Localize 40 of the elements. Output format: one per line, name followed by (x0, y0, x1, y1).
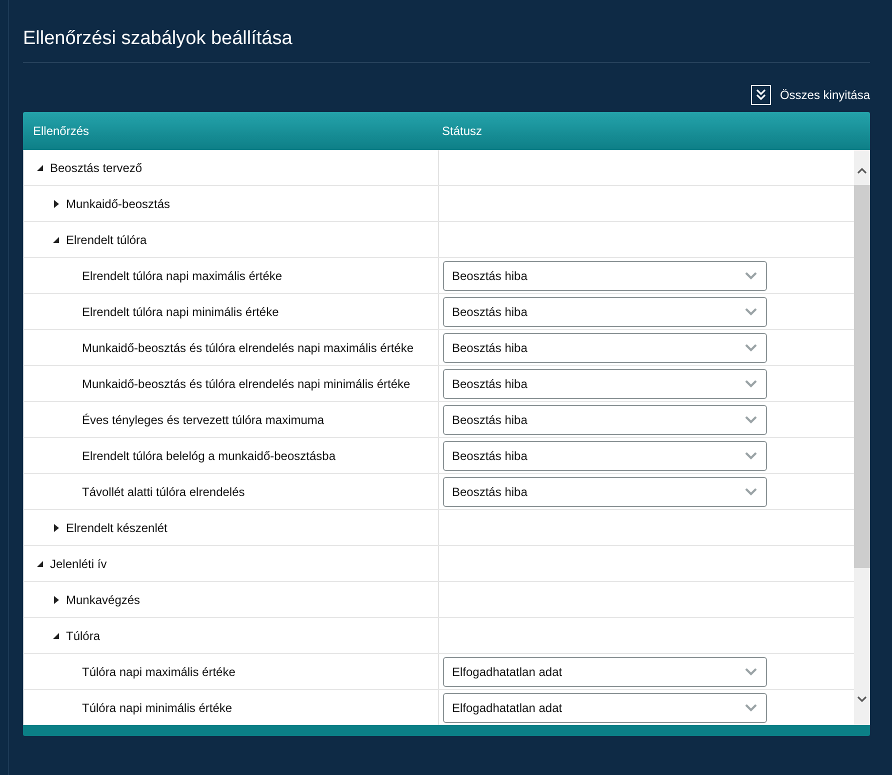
rule-name: Elrendelt túlóra (66, 232, 147, 246)
chevron-down-icon (744, 667, 758, 676)
double-chevron-icon (750, 85, 771, 105)
status-dropdown[interactable]: Beosztás hiba (443, 440, 767, 470)
chevron-down-icon (744, 379, 758, 388)
scrollbar[interactable] (854, 150, 870, 725)
status-dropdown[interactable]: Beosztás hiba (443, 260, 767, 290)
rule-name: Elrendelt túlóra napi minimális értéke (82, 304, 279, 318)
status-dropdown[interactable]: Beosztás hiba (443, 368, 767, 398)
expand-all-button[interactable]: Összes kinyitása (750, 85, 870, 105)
chevron-down-icon (744, 415, 758, 424)
column-header: Státusz (441, 124, 484, 138)
status-dropdown[interactable]: Beosztás hiba (443, 296, 767, 326)
rule-name: Elrendelt készenlét (66, 520, 168, 534)
rule-name: Munkaidő-beosztás (66, 196, 170, 210)
rule-name: Túlóra napi maximális értéke (82, 664, 236, 678)
chevron-down-icon (744, 703, 758, 712)
status-dropdown[interactable]: Beosztás hiba (443, 332, 767, 362)
chevron-down-icon (744, 451, 758, 460)
rule-name: Munkaidő-beosztás és túlóra elrendelés napi minimális értéke (82, 376, 410, 390)
chevron-down-icon (744, 487, 758, 496)
column-header: Ellenőrzés (32, 124, 90, 138)
status-dropdown[interactable]: Beosztás hiba (443, 476, 767, 506)
rule-name: Éves tényleges és tervezett túlóra maximuma (82, 412, 324, 426)
rule-name: Munkaidő-beosztás és túlóra elrendelés napi maximális értéke (82, 340, 414, 354)
rule-name: Túlóra napi minimális értéke (82, 700, 232, 714)
page-title: Ellenőrzési szabályok beállítása (23, 0, 870, 63)
rule-name: Jelenléti ív (50, 556, 107, 570)
rule-name: Elrendelt túlóra belelóg a munkaidő-beosztásba (82, 448, 336, 462)
chevron-down-icon (744, 307, 758, 316)
rule-name: Beosztás tervező (50, 160, 142, 174)
rule-name: Munkavégzés (66, 592, 140, 606)
chevron-down-icon (744, 271, 758, 280)
rule-name: Túlóra (66, 628, 100, 642)
rule-name: Elrendelt túlóra napi maximális értéke (82, 268, 282, 282)
status-dropdown[interactable]: Elfogadhatatlan adat (443, 656, 767, 686)
rule-name: Távollét alatti túlóra elrendelés (82, 484, 245, 498)
chevron-down-icon (744, 343, 758, 352)
status-dropdown[interactable]: Elfogadhatatlan adat (443, 692, 767, 722)
status-dropdown[interactable]: Beosztás hiba (443, 404, 767, 434)
